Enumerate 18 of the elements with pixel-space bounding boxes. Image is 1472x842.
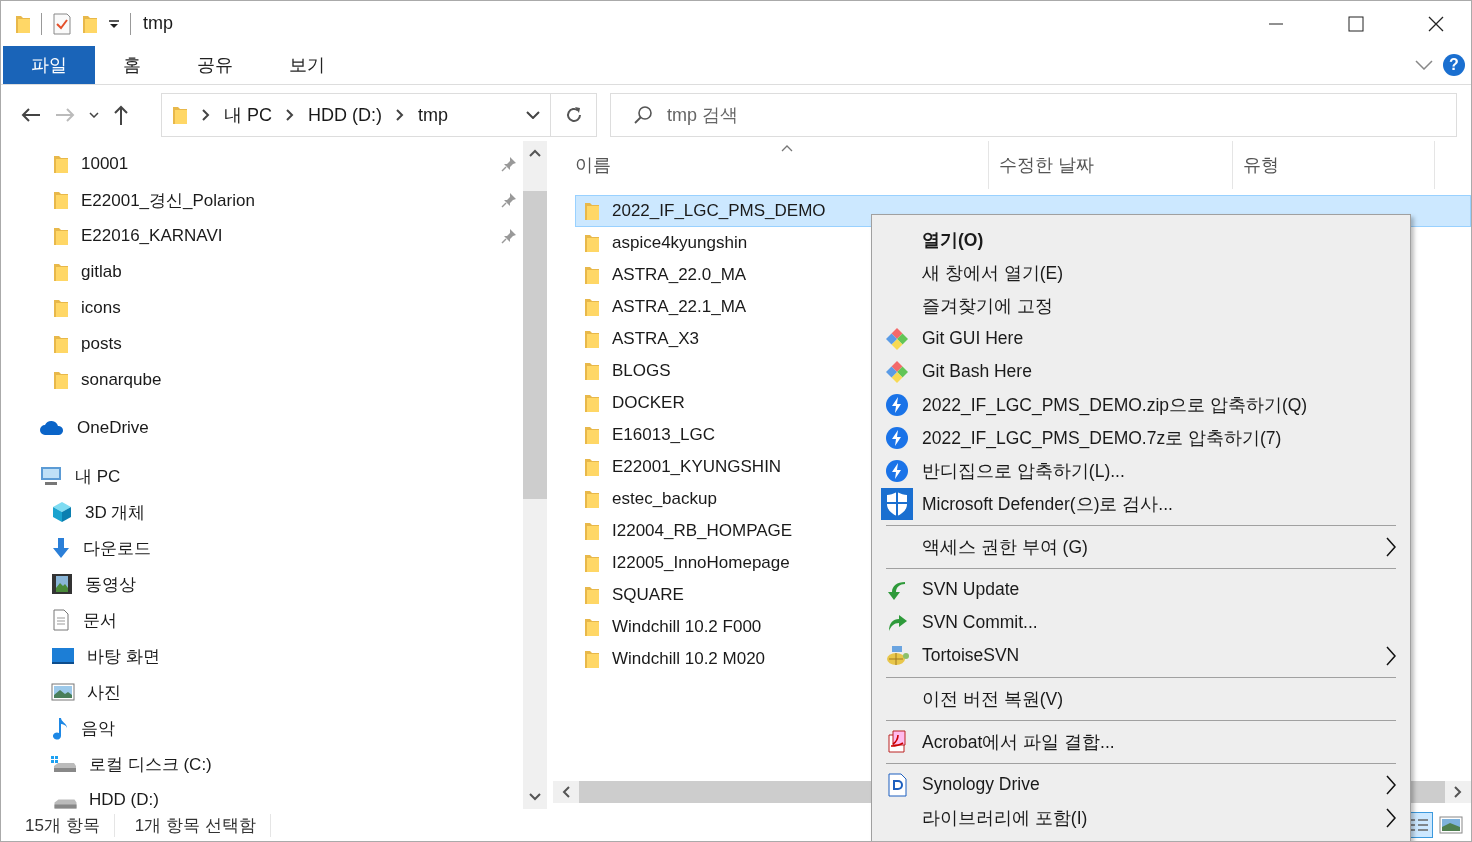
status-text: 15개 항목	[25, 813, 115, 837]
file-name: 2022_IF_LGC_PMS_DEMO	[612, 201, 826, 221]
file-name: DOCKER	[612, 393, 685, 413]
file-name: Windchill 10.2 M020	[612, 649, 766, 669]
file-name: BLOGS	[612, 361, 671, 381]
file-name: ASTRA_22.0_MA	[612, 265, 747, 285]
file-name: I22004_RB_HOMPAGE	[612, 521, 793, 541]
file-name: SQUARE	[612, 585, 684, 605]
file-name: E16013_LGC	[612, 425, 716, 445]
file-name: Windchill 10.2 F000	[612, 617, 762, 637]
file-name: I22005_InnoHomepage	[612, 553, 790, 573]
file-name: ASTRA_X3	[612, 329, 699, 349]
file-name: E22001_KYUNGSHIN	[612, 457, 782, 477]
status-text: 1개 항목 선택함	[134, 813, 271, 837]
window-title: tmp	[143, 13, 173, 34]
file-name: aspice4kyungshin	[612, 233, 748, 253]
file-name: estec_backup	[612, 489, 717, 509]
file-name: ASTRA_22.1_MA	[612, 297, 747, 317]
